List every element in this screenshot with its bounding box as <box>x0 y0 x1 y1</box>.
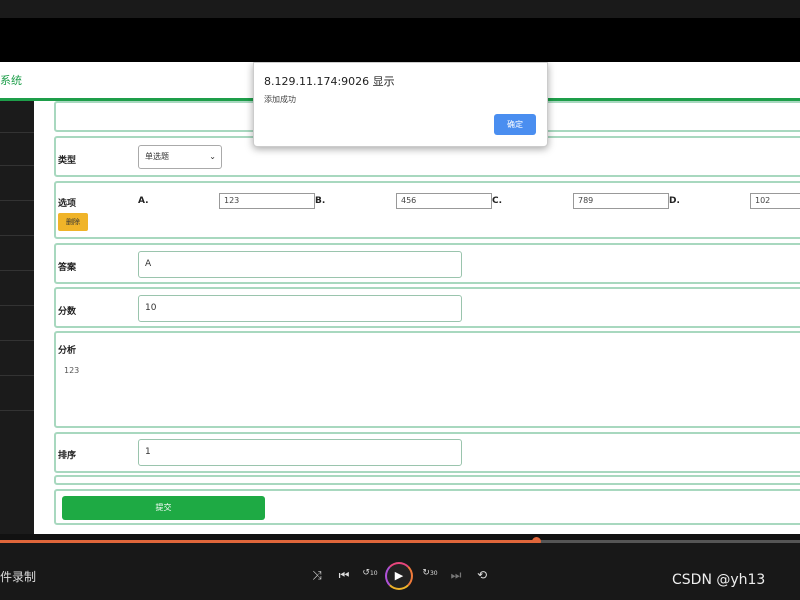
analysis-textarea[interactable]: 123 <box>64 366 79 375</box>
score-input[interactable]: 10 <box>138 295 462 322</box>
sidebar-divider <box>0 340 34 341</box>
option-a-input[interactable]: 123 <box>219 193 315 209</box>
order-input[interactable]: 1 <box>138 439 462 466</box>
option-letter-a: A. <box>138 196 149 206</box>
score-label: 分数 <box>58 307 77 317</box>
submit-row: 提交 <box>54 489 800 525</box>
answer-label: 答案 <box>58 263 77 273</box>
type-select[interactable]: 单选题 ⌄ <box>138 145 222 169</box>
alert-dialog: 8.129.11.174:9026 显示 添加成功 确定 <box>253 62 548 147</box>
app-title: 系统 <box>0 74 22 87</box>
sidebar-divider <box>0 235 34 236</box>
rewind-10-label: 10 <box>369 570 378 577</box>
record-label: 件录制 <box>0 570 37 584</box>
submit-button[interactable]: 提交 <box>62 496 265 520</box>
option-d-input[interactable]: 102 <box>750 193 800 209</box>
form-content: 类型 单选题 ⌄ 选项 A. 123 B. 456 C. 789 D. 102 … <box>34 101 800 534</box>
options-row: 选项 A. 123 B. 456 C. 789 D. 102 删除 <box>54 181 800 239</box>
previous-icon[interactable]: ⏮ <box>336 568 352 583</box>
play-icon: ▶ <box>394 569 404 582</box>
video-top-letterbox <box>0 18 800 62</box>
spacer-panel <box>54 475 800 485</box>
order-label: 排序 <box>58 451 77 461</box>
sidebar-divider <box>0 132 34 133</box>
chevron-down-icon: ⌄ <box>209 152 216 161</box>
sidebar <box>0 101 34 534</box>
answer-row: 答案 A <box>54 243 800 284</box>
delete-option-button[interactable]: 删除 <box>58 213 88 231</box>
next-icon[interactable]: ⏭ <box>448 568 464 583</box>
forward-30-icon[interactable]: ↻30 <box>422 568 438 578</box>
loop-icon[interactable]: ⟲ <box>474 568 490 582</box>
play-button[interactable]: ▶ <box>385 562 413 590</box>
sidebar-divider <box>0 270 34 271</box>
analysis-row: 分析 123 <box>54 331 800 428</box>
option-b-input[interactable]: 456 <box>396 193 492 209</box>
sidebar-divider <box>0 410 34 411</box>
option-c-input[interactable]: 789 <box>573 193 669 209</box>
sidebar-divider <box>0 200 34 201</box>
type-select-value: 单选题 <box>145 152 169 161</box>
option-letter-d: D. <box>669 196 680 206</box>
option-letter-c: C. <box>492 196 503 206</box>
watermark: CSDN @yh13 <box>672 572 766 588</box>
score-row: 分数 10 <box>54 287 800 328</box>
dialog-message: 添加成功 <box>264 95 296 104</box>
shuffle-icon[interactable]: ⤨ <box>309 568 325 583</box>
sidebar-divider <box>0 375 34 376</box>
dialog-ok-button[interactable]: 确定 <box>494 114 536 135</box>
answer-input[interactable]: A <box>138 251 462 278</box>
options-label: 选项 <box>58 199 77 209</box>
type-label: 类型 <box>58 156 77 166</box>
forward-30-label: 30 <box>429 570 438 577</box>
dialog-title: 8.129.11.174:9026 显示 <box>264 75 395 88</box>
sidebar-divider <box>0 165 34 166</box>
rewind-10-icon[interactable]: ↺10 <box>362 568 378 578</box>
sidebar-divider <box>0 305 34 306</box>
order-row: 排序 1 <box>54 432 800 473</box>
analysis-label: 分析 <box>58 346 77 356</box>
option-letter-b: B. <box>315 196 326 206</box>
window-top-bar <box>0 0 800 18</box>
